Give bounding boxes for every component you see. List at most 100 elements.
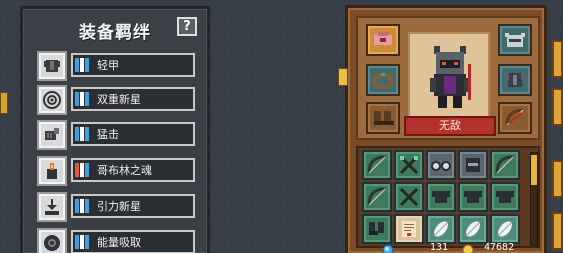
crossed-swords-icon	[399, 187, 419, 207]
inventory-scrollbar[interactable]	[530, 152, 538, 246]
inventory-slot[interactable]	[362, 214, 392, 244]
inventory-slot[interactable]	[394, 150, 424, 180]
pip	[85, 235, 89, 249]
bond-icon-frame	[37, 192, 67, 222]
far-right-tab-1[interactable]	[552, 40, 563, 78]
chest-armor-icon	[505, 73, 525, 87]
bond-row-smash[interactable]: 猛击	[37, 120, 195, 150]
helmet-icon	[466, 158, 480, 172]
bond-bar: 能量吸取	[71, 230, 195, 253]
pip	[80, 235, 84, 249]
pip	[75, 92, 79, 106]
currency-bar: 131 47682	[358, 242, 538, 253]
help-button[interactable]: ?	[177, 17, 197, 36]
pip	[75, 127, 79, 141]
bond-row-double-nova[interactable]: 双重新星	[37, 85, 195, 115]
boots-icon	[369, 222, 384, 235]
far-right-tab-2[interactable]	[552, 88, 563, 126]
pip	[85, 127, 89, 141]
coin-count: 47682	[484, 242, 515, 253]
bond-bar: 双重新星	[71, 87, 195, 111]
pip	[80, 58, 84, 72]
target-icon	[43, 91, 61, 109]
chest-armor-icon	[496, 191, 514, 203]
goblin-soul-icon	[47, 163, 57, 179]
pip	[85, 92, 89, 106]
bond-icon-frame	[37, 51, 67, 81]
pip	[80, 92, 84, 106]
equip-slot-armor[interactable]	[498, 64, 532, 96]
coin-icon	[462, 244, 474, 253]
crossed-swords-icon	[399, 155, 419, 175]
bond-name: 猛击	[97, 128, 119, 141]
feather-icon	[497, 221, 512, 237]
bond-row-gravity-nova[interactable]: 引力新星	[37, 192, 195, 222]
far-right-tab-4[interactable]	[552, 212, 563, 250]
bow-icon	[505, 108, 524, 126]
bond-bar: 哥布林之魂	[71, 158, 195, 182]
bow-icon	[367, 187, 386, 206]
pip	[85, 163, 89, 177]
equip-slot-amulet[interactable]	[366, 24, 400, 56]
inventory-slot[interactable]	[394, 182, 424, 212]
pip	[75, 235, 79, 249]
gravity-icon	[45, 199, 59, 215]
bond-name: 轻甲	[97, 59, 119, 72]
inventory-slot[interactable]	[394, 214, 424, 244]
left-edge-tab[interactable]	[0, 92, 8, 114]
equip-slot-helmet[interactable]	[498, 24, 532, 56]
inventory-slot[interactable]	[362, 150, 392, 180]
chest-armor-icon	[464, 191, 482, 203]
gem-count: 131	[430, 242, 449, 253]
pip	[80, 163, 84, 177]
hero-name-banner: 无敌	[404, 116, 496, 136]
inventory-slot[interactable]	[490, 182, 520, 212]
far-right-tab-3[interactable]	[552, 160, 563, 198]
goggles-icon	[431, 161, 451, 171]
inventory-slot[interactable]	[458, 214, 488, 244]
inventory-slot[interactable]	[458, 150, 488, 180]
panel-left-tab[interactable]	[338, 68, 348, 86]
feather-icon	[465, 221, 480, 237]
scrollbar-thumb[interactable]	[531, 155, 537, 185]
bond-bar: 猛击	[71, 122, 195, 146]
hero-portrait-frame	[408, 32, 490, 118]
pip	[85, 58, 89, 72]
inventory-slot[interactable]	[426, 182, 456, 212]
equip-slot-boots[interactable]	[366, 102, 400, 134]
ring-icon	[372, 73, 394, 89]
boots-icon	[374, 111, 394, 125]
bond-icon-frame	[37, 156, 67, 186]
bond-name: 能量吸取	[97, 236, 141, 249]
bond-row-energy-drain[interactable]: 能量吸取	[37, 228, 195, 253]
inventory-slot[interactable]	[426, 150, 456, 180]
equip-slot-weapon[interactable]	[498, 102, 532, 134]
pip	[75, 58, 79, 72]
bond-icon-frame	[37, 228, 67, 253]
bond-icon-frame	[37, 120, 67, 150]
bond-row-light-armor[interactable]: 轻甲	[37, 51, 195, 81]
inventory-slot[interactable]	[458, 182, 488, 212]
inventory-slot[interactable]	[490, 150, 520, 180]
equipment-area: 无敌	[356, 16, 540, 140]
inventory-slot[interactable]	[490, 214, 520, 244]
equipment-bonds-panel: 装备羁绊 ? 轻甲 双重新星 猛击 哥布林之魂 引力新星 能量吸取	[20, 6, 210, 253]
bond-name: 双重新星	[97, 93, 141, 106]
inventory-slot[interactable]	[362, 182, 392, 212]
equip-slot-ring[interactable]	[366, 64, 400, 96]
bond-row-goblin-soul[interactable]: 哥布林之魂	[37, 156, 195, 186]
pip	[75, 199, 79, 213]
inventory-grid	[356, 146, 540, 248]
inventory-slot[interactable]	[426, 214, 456, 244]
bond-name: 哥布林之魂	[97, 164, 152, 177]
feather-icon	[433, 221, 448, 237]
gem-icon	[382, 244, 394, 253]
pip	[80, 127, 84, 141]
bow-icon	[495, 155, 514, 174]
bow-icon	[367, 155, 386, 174]
energy-drain-icon	[44, 235, 60, 251]
pip	[75, 163, 79, 177]
hero-inventory-panel: 无敌 131 47682	[338, 5, 547, 253]
bond-name: 引力新星	[97, 200, 141, 213]
bond-icon-frame	[37, 85, 67, 115]
